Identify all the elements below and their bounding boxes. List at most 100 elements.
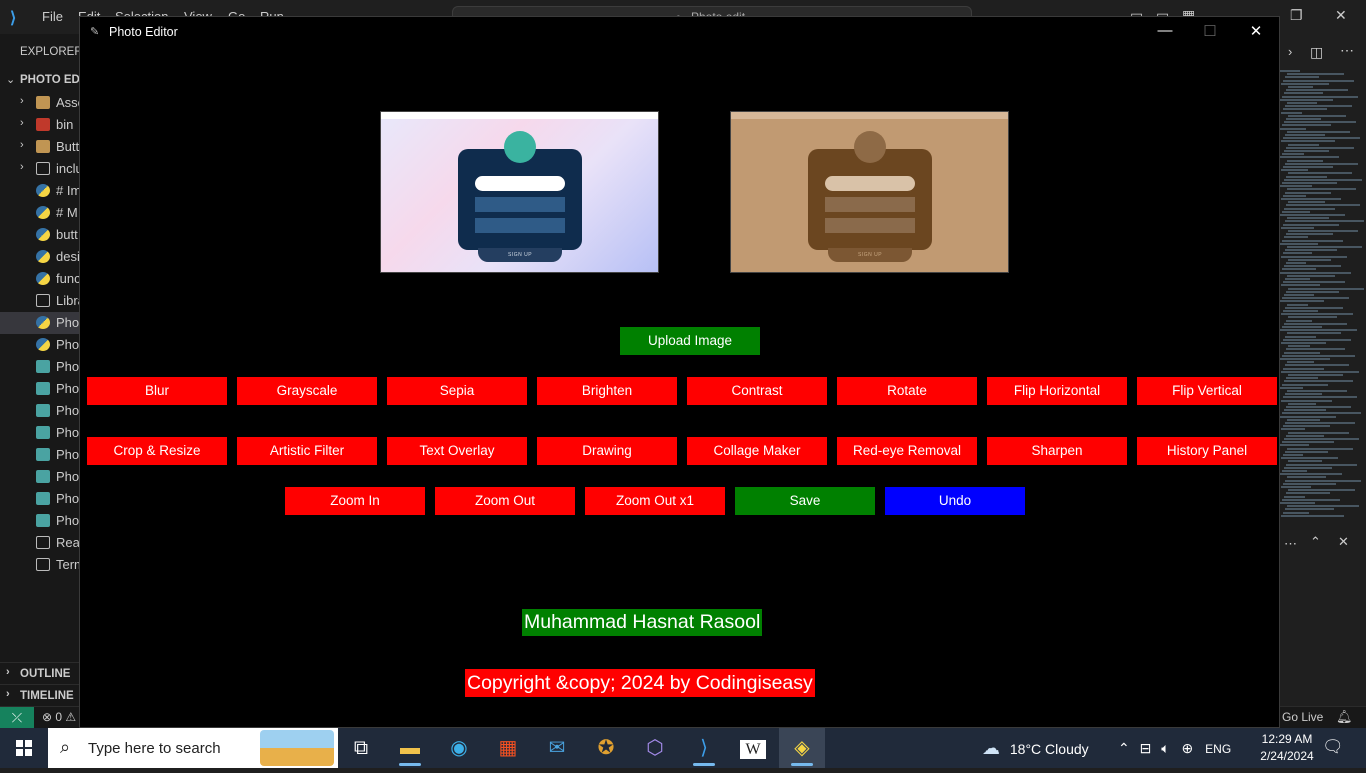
python-app-icon[interactable]: ◈ [779, 728, 825, 768]
go-live-button[interactable]: Go Live [1282, 710, 1323, 724]
artistic-filter-button[interactable]: Artistic Filter [237, 437, 377, 465]
file-tree-item[interactable]: Pho [0, 422, 80, 444]
file-tree-item[interactable]: Pho [0, 378, 80, 400]
flip-vertical-button[interactable]: Flip Vertical [1137, 377, 1277, 405]
blur-button[interactable]: Blur [87, 377, 227, 405]
save-button[interactable]: Save [735, 487, 875, 515]
globe-icon[interactable]: ⊕ [1182, 740, 1194, 756]
task-view-icon[interactable]: ⧉ [338, 728, 384, 768]
minimap-code-line [1284, 466, 1332, 469]
outline-section[interactable]: › OUTLINE [0, 662, 80, 684]
mail-icon[interactable]: ✉ [534, 728, 580, 768]
file-tree-item[interactable]: # M [0, 202, 80, 224]
minimap-code-line [1280, 70, 1300, 72]
edge-browser-icon[interactable]: ◉ [436, 728, 482, 768]
chevron-up-icon[interactable]: ⌃ [1118, 740, 1130, 756]
file-tree-item[interactable]: Pho [0, 466, 80, 488]
vscode-taskbar-icon[interactable]: ⟩ [681, 728, 727, 768]
history-panel-button[interactable]: History Panel [1137, 437, 1277, 465]
upload-image-button[interactable]: Upload Image [620, 327, 760, 355]
image-file-icon [36, 470, 50, 483]
wikipedia-icon[interactable]: W [730, 728, 776, 768]
medal-app-icon[interactable]: ✪ [583, 728, 629, 768]
minimap-code-line [1288, 86, 1313, 88]
file-tree-item[interactable]: Pho [0, 510, 80, 532]
close-panel-icon[interactable]: ✕ [1338, 534, 1349, 550]
red-eye-removal-button[interactable]: Red-eye Removal [837, 437, 977, 465]
taskbar-search-box[interactable]: ⌕ Type here to search [48, 728, 338, 768]
file-tree-item[interactable]: Pho [0, 400, 80, 422]
brighten-button[interactable]: Brighten [537, 377, 677, 405]
file-tree-item[interactable]: Pho [0, 488, 80, 510]
maximize-icon[interactable]: ☐ [1195, 22, 1225, 42]
taskbar-clock[interactable]: 12:29 AM 2/24/2024 [1254, 731, 1320, 765]
file-tree-item[interactable]: Pho [0, 356, 80, 378]
file-tree-item[interactable]: butt [0, 224, 80, 246]
timeline-section[interactable]: › TIMELINE [0, 684, 80, 706]
file-tree-item[interactable]: › Butt [0, 136, 80, 158]
zoom-out-button[interactable]: Zoom Out [435, 487, 575, 515]
restore-icon[interactable]: ❐ [1290, 7, 1303, 24]
zoom-out-x1-button[interactable]: Zoom Out x1 [585, 487, 725, 515]
rotate-button[interactable]: Rotate [837, 377, 977, 405]
menu-file[interactable]: File [42, 9, 63, 24]
minimap-code-line [1281, 486, 1311, 488]
file-tree-item[interactable]: Pho [0, 312, 80, 334]
language-indicator[interactable]: ENG [1205, 742, 1231, 756]
volume-icon[interactable]: 🔈︎ [1161, 740, 1169, 756]
file-tree-item[interactable]: # Im [0, 180, 80, 202]
minimap-code-line [1283, 310, 1318, 312]
drawing-button[interactable]: Drawing [537, 437, 677, 465]
file-name: Pho [56, 315, 80, 330]
file-explorer-icon[interactable]: ▬ [387, 728, 433, 768]
file-tree-item[interactable]: Libra [0, 290, 80, 312]
collage-maker-button[interactable]: Collage Maker [687, 437, 827, 465]
undo-button[interactable]: Undo [885, 487, 1025, 515]
file-tree-item[interactable]: › Asse [0, 92, 80, 114]
file-tree-item[interactable]: desi [0, 246, 80, 268]
zoom-in-button[interactable]: Zoom In [285, 487, 425, 515]
minimap-code-line [1284, 294, 1314, 296]
text-overlay-button[interactable]: Text Overlay [387, 437, 527, 465]
project-root[interactable]: ⌄ PHOTO EDI [0, 70, 80, 92]
close-icon[interactable]: ✕ [1241, 22, 1271, 42]
copilot-icon[interactable]: ⬡ [632, 728, 678, 768]
grayscale-button[interactable]: Grayscale [237, 377, 377, 405]
file-tree-item[interactable]: Term [0, 554, 80, 576]
notification-icon[interactable]: 🗨︎ [1322, 737, 1344, 757]
minimap-code-line [1283, 166, 1333, 168]
close-icon[interactable]: ✕ [1335, 7, 1347, 24]
start-button[interactable] [0, 728, 48, 768]
minimap-code-line [1285, 191, 1331, 194]
minimap-code-line [1281, 370, 1359, 373]
network-icon[interactable]: ⊟ [1140, 740, 1152, 756]
minimap[interactable] [1280, 70, 1366, 530]
weather-widget[interactable]: ☁ 18°C Cloudy [982, 728, 1089, 768]
file-tree-item[interactable]: › inclu [0, 158, 80, 180]
file-tree-item[interactable]: › bin [0, 114, 80, 136]
minimize-icon[interactable]: — [1150, 22, 1180, 42]
file-tree-item[interactable]: Read [0, 532, 80, 554]
problems-status[interactable]: ⊗ 0 ⚠ [42, 710, 76, 724]
minimap-code-line [1284, 265, 1341, 268]
crop-resize-button[interactable]: Crop & Resize [87, 437, 227, 465]
microsoft-store-icon[interactable]: ▦ [485, 728, 531, 768]
split-editor-icon[interactable]: ◫ [1310, 44, 1323, 61]
file-name: Pho [56, 403, 80, 418]
more-icon[interactable]: ⋯ [1340, 42, 1354, 59]
bell-icon[interactable]: 🔔︎ [1336, 709, 1353, 725]
more-actions-icon[interactable]: › [1288, 44, 1292, 59]
file-name: Pho [56, 513, 80, 528]
file-tree-item[interactable]: Pho [0, 334, 80, 356]
flip-horizontal-button[interactable]: Flip Horizontal [987, 377, 1127, 405]
sepia-button[interactable]: Sepia [387, 377, 527, 405]
remote-icon[interactable]: ⤫ [0, 707, 34, 729]
file-tree-item[interactable]: Pho [0, 444, 80, 466]
minimap-code-line [1284, 322, 1347, 325]
file-tree-item[interactable]: func [0, 268, 80, 290]
maximize-panel-icon[interactable]: ⌃ [1310, 534, 1321, 550]
contrast-button[interactable]: Contrast [687, 377, 827, 405]
more-icon[interactable]: ⋯ [1284, 536, 1297, 552]
sharpen-button[interactable]: Sharpen [987, 437, 1127, 465]
file-name: Libra [56, 293, 80, 308]
